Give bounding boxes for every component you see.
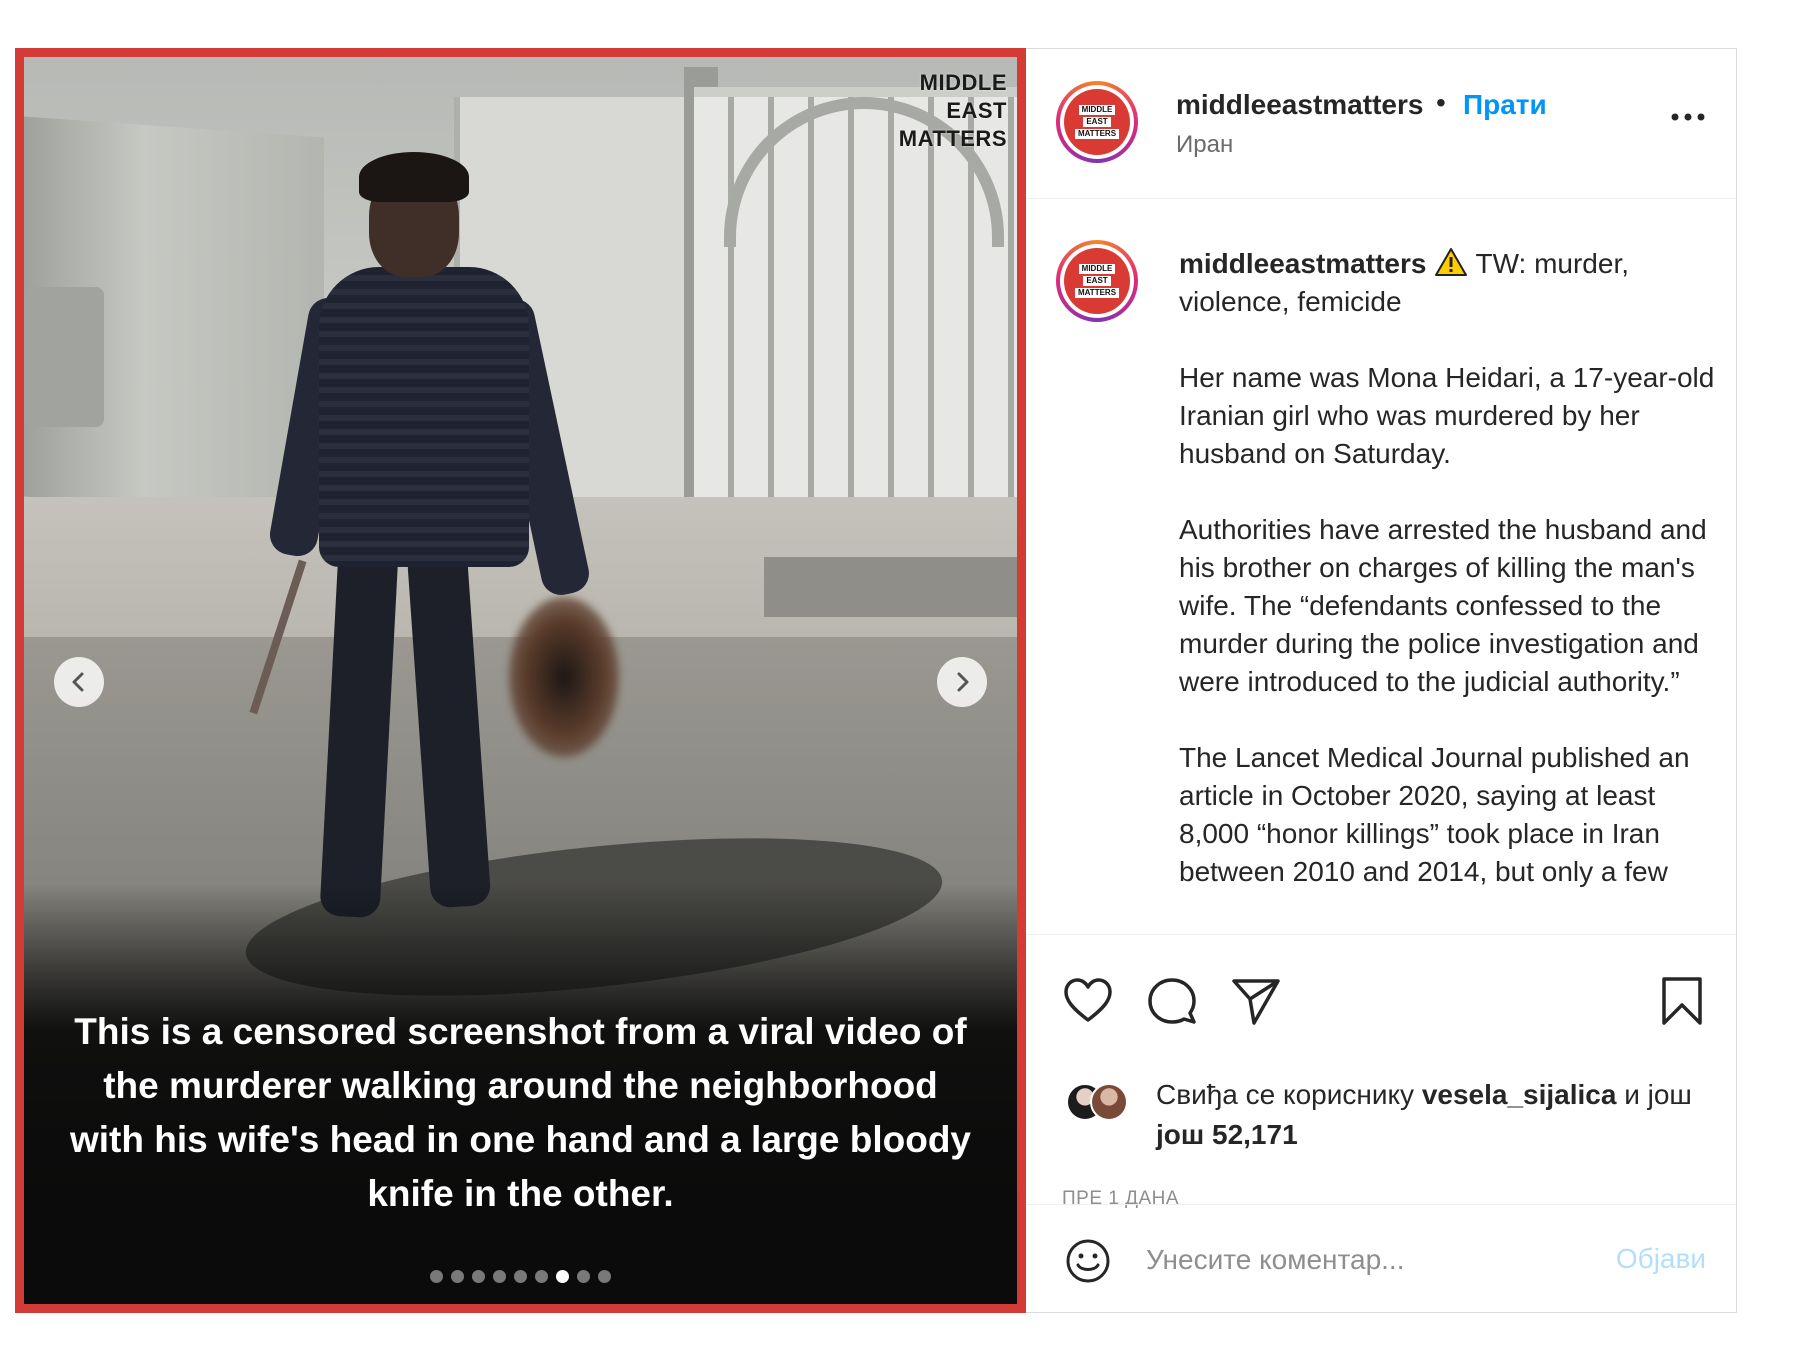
likes-count-link[interactable]: још 52,171 [1156,1119,1298,1150]
carousel-next-button[interactable] [937,657,987,707]
more-horizontal-icon [1671,113,1705,121]
separator-dot: • [1436,87,1446,118]
location-link[interactable]: Иран [1176,131,1233,159]
carousel-dot [430,1270,443,1283]
chevron-left-icon [72,672,84,692]
liker-avatar[interactable] [1090,1083,1128,1121]
carousel-dot [514,1270,527,1283]
emoji-icon[interactable] [1064,1237,1112,1285]
post-media-carousel[interactable]: MIDDLE EAST MATTERS This is a censored s… [15,48,1026,1313]
carousel-dot [577,1270,590,1283]
bookmark-icon[interactable] [1656,975,1708,1027]
avatar[interactable]: MIDDLE EAST MATTERS [1056,81,1138,163]
liker-username[interactable]: vesela_sijalica [1422,1079,1617,1110]
avatar[interactable]: MIDDLE EAST MATTERS [1056,240,1138,322]
carousel-dot [472,1270,485,1283]
post-side-panel: MIDDLE EAST MATTERS middleeastmatters • Пр… [1026,48,1737,1313]
post-header: MIDDLE EAST MATTERS middleeastmatters • Пр… [1026,49,1736,199]
heart-icon[interactable] [1062,975,1114,1027]
post-caption: middleeastmatters TW: murder, violence, … [1179,245,1719,929]
add-comment-bar: Објави [1026,1204,1736,1314]
carousel-dot [598,1270,611,1283]
warning-icon [1435,248,1468,276]
carousel-dot [556,1270,569,1283]
caption-paragraph: Her name was Mona Heidari, a 17-year-old… [1179,362,1715,469]
brand-watermark: MIDDLE EAST MATTERS [898,70,1007,151]
brand-logo: MIDDLE EAST MATTERS [1064,248,1130,314]
likes-text: Свиђа се кориснику vesela_sijalica и још… [1156,1079,1692,1150]
comment-input[interactable] [1146,1235,1576,1285]
username-link[interactable]: middleeastmatters [1176,89,1423,121]
censored-blur [509,597,619,757]
instagram-post: MIDDLE EAST MATTERS This is a censored s… [15,48,1737,1313]
caption-paragraph: Authorities have arrested the husband an… [1179,514,1707,697]
caption-paragraph: The Lancet Medical Journal published an … [1179,742,1690,887]
post-comment-button[interactable]: Објави [1616,1243,1706,1275]
caption-scroll-area[interactable]: MIDDLE EAST MATTERS middleeastmatters TW: … [1026,200,1736,933]
carousel-indicator [24,1270,1017,1283]
chevron-right-icon [957,672,969,692]
carousel-dot [535,1270,548,1283]
carousel-dot [451,1270,464,1283]
media-caption: This is a censored screenshot from a vir… [69,1011,972,1214]
carousel-dot [493,1270,506,1283]
more-options-button[interactable] [1670,101,1706,122]
paper-plane-icon[interactable] [1230,975,1282,1027]
carousel-prev-button[interactable] [54,657,104,707]
caption-username[interactable]: middleeastmatters [1179,248,1426,279]
comment-icon[interactable] [1146,975,1198,1027]
follow-button[interactable]: Прати [1463,89,1547,121]
brand-logo: MIDDLE EAST MATTERS [1064,89,1130,155]
